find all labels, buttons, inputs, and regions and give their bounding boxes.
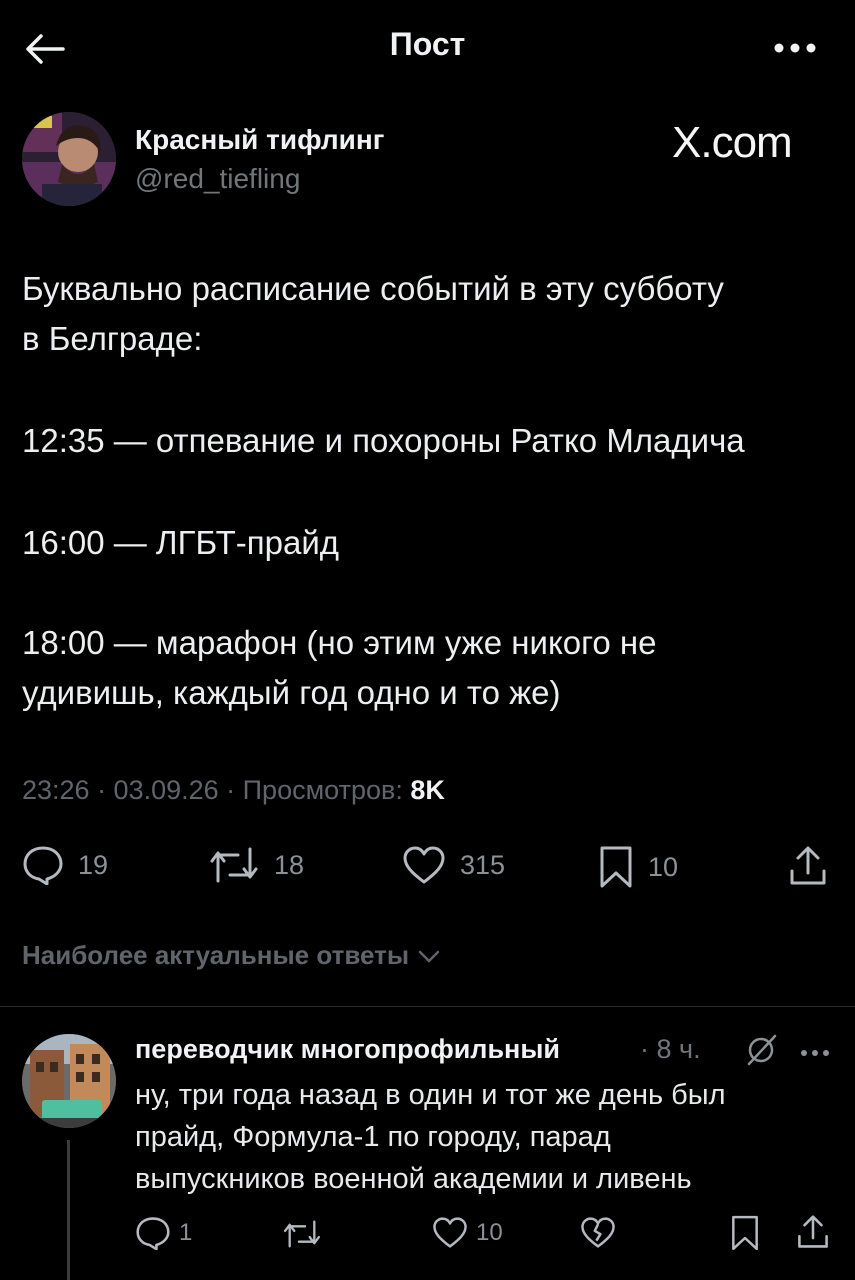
top-bar: Пост: [0, 0, 855, 100]
reply-text-line: прайд, Формула-1 по городу, парад: [135, 1121, 611, 1153]
post-text-line: 12:35 — отпевание и похороны Ратко Млади…: [22, 422, 745, 459]
share-icon: [798, 1215, 828, 1248]
author-avatar[interactable]: [22, 112, 116, 206]
reply-like-count: 10: [476, 1218, 503, 1246]
reply-more-button[interactable]: [800, 1044, 830, 1062]
back-button[interactable]: [22, 26, 68, 72]
bookmark-icon: [600, 846, 632, 888]
grok-button[interactable]: [745, 1034, 779, 1071]
share-button[interactable]: [788, 845, 828, 887]
reply-timestamp: · 8 ч.: [640, 1034, 701, 1064]
more-dots-icon: [801, 1050, 829, 1056]
post-text-line: 16:00 — ЛГБТ-прайд: [22, 524, 340, 561]
reply-button[interactable]: 19: [22, 845, 108, 885]
thread-line: [67, 1140, 70, 1280]
author-handle[interactable]: @red_tiefling: [135, 163, 300, 195]
repost-icon: [210, 847, 258, 883]
more-dots-icon: [774, 43, 816, 53]
post-text-line: 18:00 — марафон (но этим уже никого не: [22, 624, 657, 661]
grok-icon: [747, 1034, 777, 1066]
reply-author-name[interactable]: переводчик многопрофильный: [135, 1034, 560, 1065]
dislike-button[interactable]: [580, 1216, 616, 1249]
page-title: Пост: [389, 26, 466, 62]
sort-replies-dropdown[interactable]: Наиболее актуальные ответы: [22, 940, 441, 971]
heart-icon: [403, 846, 445, 884]
reply-text-line: ну, три года назад в один и тот же день …: [135, 1079, 726, 1111]
repost-button[interactable]: 18: [208, 845, 304, 885]
comment-icon: [23, 846, 63, 885]
like-button[interactable]: 315: [402, 845, 505, 885]
like-count: 315: [460, 849, 506, 880]
bookmark-count: 10: [648, 851, 679, 882]
repost-icon: [283, 1220, 321, 1248]
post-text-line: удивишь, каждый год одно и то же): [22, 674, 561, 711]
more-options-button[interactable]: [770, 30, 820, 66]
reply-reply-button[interactable]: 1: [135, 1216, 192, 1250]
xcom-watermark: X.com: [672, 118, 793, 167]
broken-heart-icon: [581, 1217, 615, 1248]
heart-icon: [433, 1217, 467, 1248]
reply-like-button[interactable]: 10: [432, 1216, 503, 1249]
reply-text-line: выпускников военной академии и ливень: [135, 1163, 692, 1195]
reply-repost-button[interactable]: [282, 1218, 322, 1250]
view-count: 8K: [410, 775, 445, 805]
reply-bookmark-button[interactable]: [730, 1214, 760, 1252]
post-text-line: в Белграде:: [22, 320, 203, 357]
bookmark-button[interactable]: 10: [598, 845, 678, 889]
comment-icon: [136, 1217, 170, 1250]
chevron-down-icon: [418, 950, 440, 962]
repost-count: 18: [274, 849, 305, 880]
reply-share-button[interactable]: [796, 1214, 830, 1250]
reply-author-avatar[interactable]: [22, 1034, 116, 1128]
sort-replies-label: Наиболее актуальные ответы: [22, 940, 410, 970]
share-icon: [790, 846, 826, 885]
reply-count: 19: [78, 849, 109, 880]
post-meta: 23:26 · 03.09.26 · Просмотров: 8K: [22, 775, 445, 806]
post-text-line: Буквально расписание событий в эту суббо…: [22, 270, 724, 307]
post-timestamp: 23:26 · 03.09.26 · Просмотров:: [22, 775, 411, 805]
bookmark-icon: [732, 1215, 758, 1251]
reply-reply-count: 1: [179, 1219, 193, 1246]
divider: [0, 1006, 855, 1007]
arrow-left-icon: [26, 34, 65, 64]
author-name[interactable]: Красный тифлинг: [135, 124, 384, 156]
